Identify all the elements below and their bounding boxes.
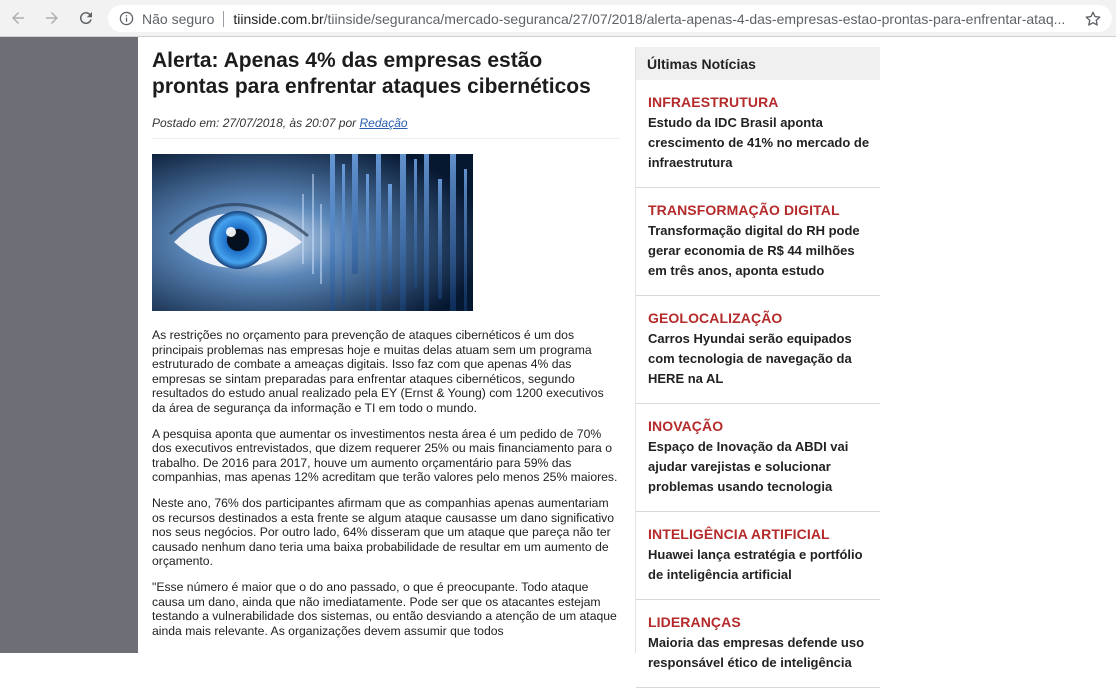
news-item[interactable]: TRANSFORMAÇÃO DIGITAL Transformação digi…: [636, 188, 880, 296]
news-item[interactable]: INTELIGÊNCIA ARTIFICIAL Huawei lança est…: [636, 512, 880, 600]
author-link[interactable]: Redação: [360, 116, 408, 130]
article-title: Alerta: Apenas 4% das empresas estão pro…: [152, 49, 591, 98]
arrow-left-icon: [12, 12, 24, 24]
news-item[interactable]: INFRAESTRUTURA Estudo da IDC Brasil apon…: [636, 80, 880, 188]
article-paragraph: "Esse número é maior que o do ano passad…: [152, 579, 617, 638]
news-title[interactable]: Transformação digital do RH pode gerar e…: [648, 221, 876, 281]
info-icon[interactable]: [118, 11, 134, 27]
arrow-right-icon: [46, 12, 58, 24]
news-category[interactable]: INFRAESTRUTURA: [648, 94, 876, 111]
article-paragraph: As restrições no orçamento para prevençã…: [152, 328, 604, 415]
news-item[interactable]: INOVAÇÃO Espaço de Inovação da ABDI vai …: [636, 404, 880, 512]
news-item[interactable]: GEOLOCALIZAÇÃO Carros Hyundai serão equi…: [636, 296, 880, 404]
news-title[interactable]: Maioria das empresas defende uso respons…: [648, 633, 876, 673]
article-hero-image: [152, 154, 473, 311]
security-label[interactable]: Não seguro: [142, 11, 214, 27]
news-category[interactable]: LIDERANÇAS: [648, 614, 876, 631]
news-title[interactable]: Estudo da IDC Brasil aponta crescimento …: [648, 113, 876, 173]
news-category[interactable]: INOVAÇÃO: [648, 418, 876, 435]
news-title[interactable]: Espaço de Inovação da ABDI vai ajudar va…: [648, 437, 876, 497]
web-page: Alerta: Apenas 4% das empresas estão pro…: [0, 37, 1116, 688]
article-body: As restrições no orçamento para prevençã…: [152, 328, 620, 638]
article-meta: Postado em: 27/07/2018, às 20:07 por Red…: [152, 116, 620, 139]
reload-button[interactable]: [70, 2, 102, 34]
article-paragraph: A pesquisa aponta que aumentar os invest…: [152, 426, 618, 485]
news-category[interactable]: GEOLOCALIZAÇÃO: [648, 310, 876, 327]
news-category[interactable]: INTELIGÊNCIA ARTIFICIAL: [648, 526, 876, 543]
news-title[interactable]: Carros Hyundai serão equipados com tecno…: [648, 329, 876, 389]
url-text[interactable]: tiinside.com.br/tiinside/seguranca/merca…: [233, 11, 1073, 27]
reload-icon: [79, 12, 92, 25]
forward-button[interactable]: [36, 2, 68, 34]
news-item[interactable]: LIDERANÇAS Maioria das empresas defende …: [636, 600, 880, 688]
url-host: tiinside.com.br: [233, 10, 324, 27]
browser-toolbar: Não seguro tiinside.com.br/tiinside/segu…: [0, 0, 1116, 37]
news-category[interactable]: TRANSFORMAÇÃO DIGITAL: [648, 202, 876, 219]
article: Alerta: Apenas 4% das empresas estão pro…: [152, 37, 620, 649]
article-date: Postado em: 27/07/2018, às 20:07 por: [152, 116, 357, 130]
sidebar-header: Últimas Notícias: [636, 47, 880, 80]
news-title[interactable]: Huawei lança estratégia e portfólio de i…: [648, 545, 876, 585]
latest-news-sidebar: Últimas Notícias INFRAESTRUTURA Estudo d…: [635, 47, 880, 688]
url-path: /tiinside/seguranca/mercado-seguranca/27…: [323, 10, 1066, 27]
page-side-gutter: [0, 37, 138, 653]
star-icon[interactable]: [1084, 10, 1102, 28]
address-bar[interactable]: Não seguro tiinside.com.br/tiinside/segu…: [108, 5, 1112, 32]
omnibox-divider: [223, 10, 225, 27]
article-paragraph: Neste ano, 76% dos participantes afirmam…: [152, 495, 615, 569]
back-button[interactable]: [2, 2, 34, 34]
cyber-eye-image: [152, 154, 473, 311]
